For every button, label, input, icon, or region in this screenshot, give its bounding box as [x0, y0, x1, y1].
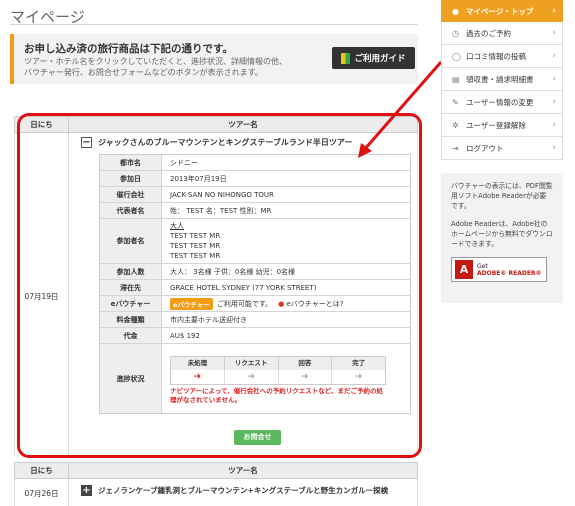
- bookings-table-header-2: 日にち ツアー名: [14, 462, 418, 479]
- tour-name[interactable]: ジェノランケーブ鍾乳洞とブルーマウンテン+キングステーブルと野生カンガルー探検: [98, 485, 388, 496]
- user-icon: ●: [452, 6, 459, 16]
- logout-icon: ⇥: [452, 143, 459, 153]
- sidebar-item-label: 領収書・請求明細書: [466, 74, 534, 84]
- sidebar-item-review[interactable]: ◯ 口コミ情報の投稿 ›: [441, 45, 563, 68]
- table-row: 07月26日 + ジェノランケーブ鍾乳洞とブルーマウンテン+キングステーブルと野…: [14, 478, 418, 506]
- booking-date: 07月26日: [15, 478, 69, 506]
- expand-icon[interactable]: +: [81, 485, 92, 496]
- sidebar-item-unregister[interactable]: ✲ ユーザー登録解除 ›: [441, 114, 563, 137]
- chevron-right-icon: ›: [552, 143, 556, 153]
- get-adobe-reader-button[interactable]: A Get ADOBE® READER®: [451, 257, 547, 282]
- gear-icon: ✲: [452, 120, 459, 130]
- pdf-note: バウチャーの表示には、PDF閲覧用ソフトAdobe Readerが必要です。: [451, 182, 553, 210]
- sidebar-item-user-info[interactable]: ✎ ユーザー情報の変更 ›: [441, 91, 563, 114]
- sidebar-item-label: ユーザー情報の変更: [466, 97, 534, 107]
- tour-name-link[interactable]: + ジェノランケーブ鍾乳洞とブルーマウンテン+キングステーブルと野生カンガルー探…: [81, 485, 388, 496]
- chevron-right-icon: ›: [552, 28, 556, 38]
- chevron-right-icon: ›: [552, 51, 556, 61]
- chevron-right-icon: ›: [552, 97, 556, 107]
- adobe-note: Adobe Readerは、Adobe社のホームページから無料でダウンロードでき…: [451, 220, 553, 248]
- callout-arrow-line: [362, 61, 443, 151]
- sidebar-item-mypage-top[interactable]: ● マイページ・トップ ›: [441, 0, 563, 22]
- col-tour-header: ツアー名: [228, 466, 258, 475]
- adobe-get-text: Get: [477, 262, 488, 270]
- sidebar-item-label: マイページ・トップ: [466, 6, 534, 16]
- sidebar-item-label: 過去のご予約: [466, 28, 511, 38]
- sidebar-item-receipts[interactable]: ▤ 領収書・請求明細書 ›: [441, 68, 563, 91]
- wrench-icon: ✎: [452, 97, 459, 107]
- chevron-right-icon: ›: [552, 74, 556, 84]
- sidebar-item-label: ユーザー登録解除: [466, 120, 526, 130]
- adobe-pdf-icon: A: [455, 260, 473, 279]
- receipt-icon: ▤: [452, 74, 460, 84]
- adobe-reader-text: ADOBE® READER®: [477, 269, 542, 277]
- comment-icon: ◯: [452, 51, 461, 61]
- chevron-right-icon: ›: [552, 6, 556, 16]
- col-date-header: 日にち: [15, 463, 69, 478]
- sidebar-nav: ● マイページ・トップ › ◷ 過去のご予約 › ◯ 口コミ情報の投稿 › ▤ …: [441, 0, 563, 160]
- chevron-right-icon: ›: [552, 120, 556, 130]
- sidebar-item-logout[interactable]: ⇥ ログアウト ›: [441, 137, 563, 160]
- sidebar-item-label: 口コミ情報の投稿: [466, 51, 526, 61]
- adobe-reader-label: Get ADOBE® READER®: [477, 263, 542, 277]
- sidebar-item-past-bookings[interactable]: ◷ 過去のご予約 ›: [441, 22, 563, 45]
- history-icon: ◷: [452, 28, 459, 38]
- pdf-info-panel: バウチャーの表示には、PDF閲覧用ソフトAdobe Readerが必要です。 A…: [441, 173, 563, 303]
- sidebar-item-label: ログアウト: [466, 143, 504, 153]
